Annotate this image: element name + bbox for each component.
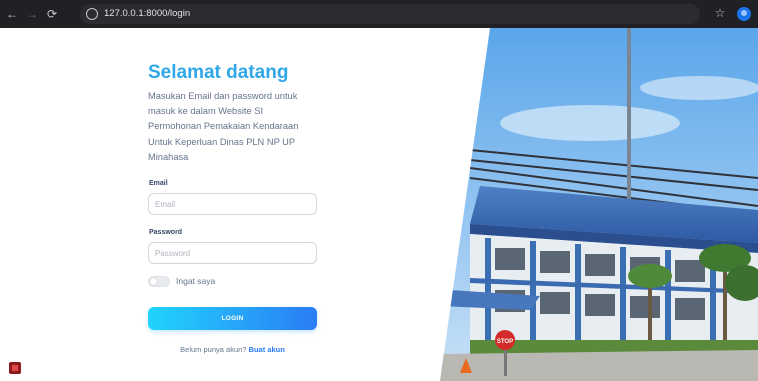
sign-post bbox=[504, 346, 507, 376]
browser-toolbar: ← → ⟳ 127.0.0.1:8000/login ☆ bbox=[0, 0, 758, 28]
create-account-link[interactable]: Buat akun bbox=[249, 345, 285, 354]
reload-icon[interactable]: ⟳ bbox=[44, 6, 60, 22]
office-building-photo: STOP bbox=[440, 28, 758, 381]
cloud bbox=[500, 105, 680, 141]
password-input[interactable] bbox=[148, 242, 317, 264]
remember-me-toggle[interactable] bbox=[148, 276, 170, 287]
login-button[interactable]: LOGIN bbox=[148, 307, 317, 330]
signup-prompt-text: Belum punya akun? bbox=[180, 345, 247, 354]
forward-arrow-icon[interactable]: → bbox=[24, 6, 40, 22]
app-favicon-icon bbox=[9, 362, 21, 374]
welcome-title: Selamat datang bbox=[148, 62, 289, 83]
cloud bbox=[640, 76, 758, 100]
ground bbox=[440, 350, 758, 381]
login-description: Masukan Email dan password untuk masuk k… bbox=[148, 91, 299, 162]
stop-sign-text: STOP bbox=[497, 339, 513, 345]
email-input[interactable] bbox=[148, 193, 317, 215]
profile-avatar-icon[interactable] bbox=[737, 7, 751, 21]
address-bar[interactable]: 127.0.0.1:8000/login bbox=[80, 4, 700, 24]
back-arrow-icon[interactable]: ← bbox=[4, 6, 20, 22]
bookmark-star-icon[interactable]: ☆ bbox=[712, 5, 728, 21]
site-info-icon[interactable] bbox=[86, 8, 98, 20]
toggle-knob bbox=[150, 278, 157, 285]
password-label: Password bbox=[149, 229, 183, 236]
email-label: Email bbox=[149, 180, 168, 187]
remember-me-label: Ingat saya bbox=[176, 276, 216, 286]
address-url[interactable]: 127.0.0.1:8000/login bbox=[104, 7, 190, 21]
signup-prompt: Belum punya akun? Buat akun bbox=[148, 345, 317, 354]
